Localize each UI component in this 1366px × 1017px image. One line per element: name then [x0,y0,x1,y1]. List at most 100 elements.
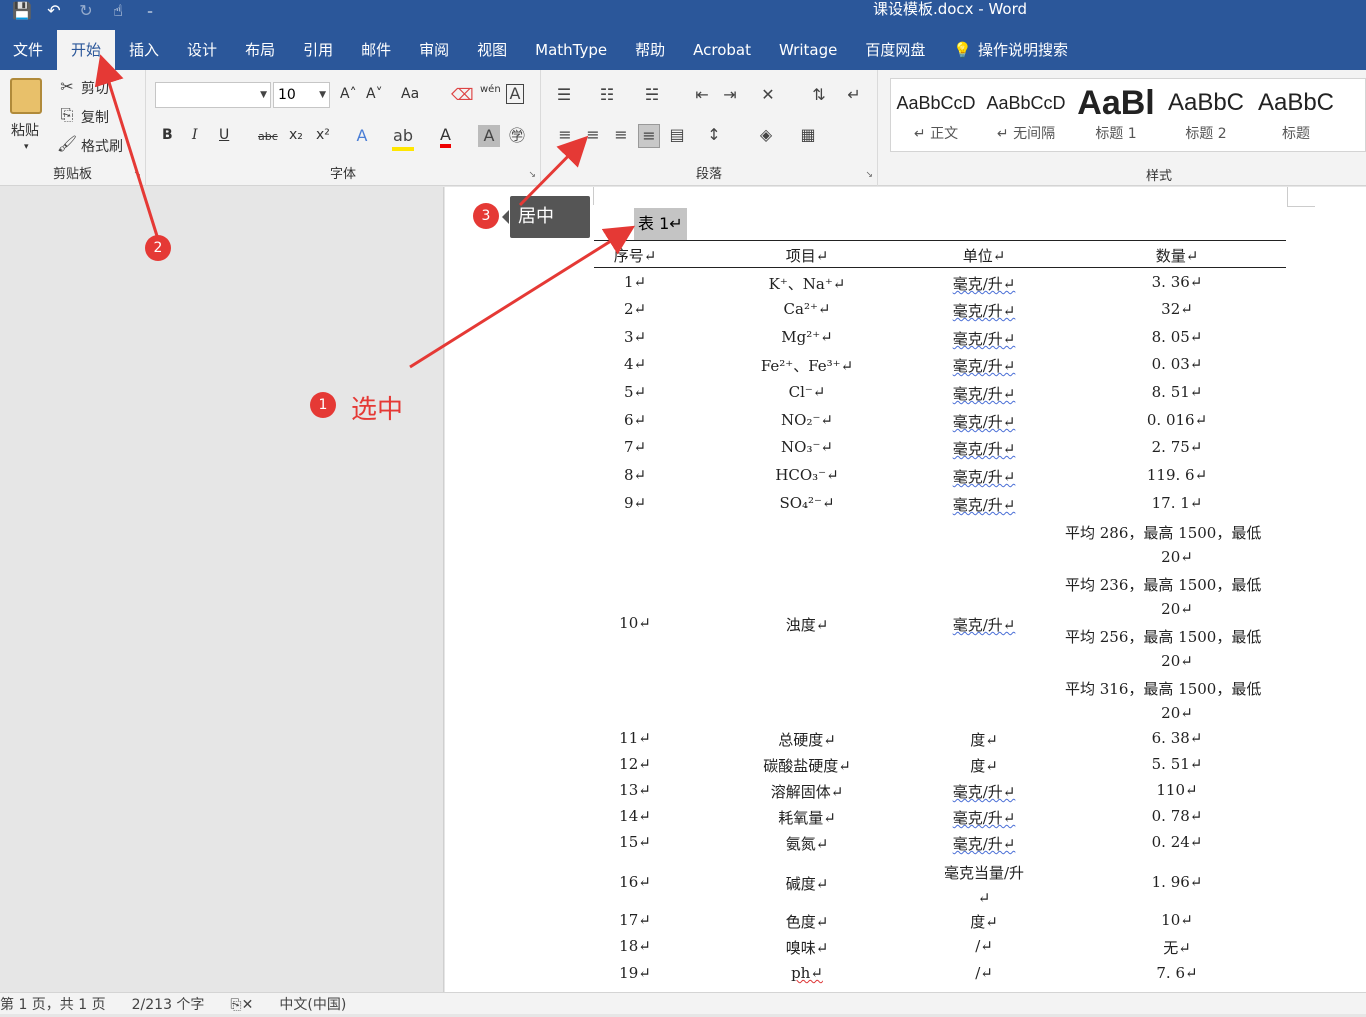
style-item-1[interactable]: AaBbCcD ↵ 无间隔 [981,79,1071,151]
table-cell-no[interactable]: 6↵ [545,411,725,429]
paste-button[interactable]: 粘贴 [11,120,39,140]
table-cell-unit[interactable]: /↵ [894,964,1074,982]
table-cell-unit[interactable]: 毫克/升↵ [894,807,1074,828]
shrink-font-button[interactable]: A˅ [366,86,383,102]
borders-icon[interactable]: ▦ [797,124,819,146]
distributed-icon[interactable]: ▤ [666,124,688,146]
table-cell-qty[interactable]: 5. 51↵ [1087,755,1267,773]
table-cell-no[interactable]: 5↵ [545,383,725,401]
table-cell-no[interactable]: 11↵ [545,729,725,747]
table-cell-unit[interactable]: 毫克当量/升↵ [939,861,1029,911]
clear-format-icon[interactable]: ⌫ [451,84,474,106]
table-cell-item[interactable]: Fe²⁺、Fe³⁺↵ [717,355,897,376]
table-cell-item[interactable]: 嗅味↵ [717,937,897,958]
tab-4[interactable]: 布局 [231,30,289,70]
table-cell-qty[interactable]: 20↵ [1087,704,1267,722]
table-cell-qty[interactable]: 2. 75↵ [1087,438,1267,456]
table-header-cell[interactable]: 数量↵ [1087,245,1267,266]
document-page[interactable]: 表 1↵ 序号↵ 项目↵ 单位↵ 数量↵ 1↵ K⁺、Na⁺↵ 毫克/升↵ 3. 36↵ 2↵ C… [445,187,1366,992]
multilevel-list-icon[interactable]: ☵ [641,84,663,106]
table-cell-qty[interactable]: 119. 6↵ [1087,466,1267,484]
table-cell-item[interactable]: Cl⁻↵ [717,383,897,401]
shading-icon[interactable]: ◈ [755,124,777,146]
table-cell-item[interactable]: 氨氮↵ [717,833,897,854]
word-count[interactable]: 2/213 个字 [132,993,205,1014]
char-border-icon[interactable]: A [506,84,524,104]
decrease-indent-icon[interactable]: ⇤ [691,84,713,106]
table-cell-qty[interactable]: 20↵ [1087,600,1267,618]
char-shading-icon[interactable]: A [478,125,500,147]
increase-indent-icon[interactable]: ⇥ [719,84,741,106]
tab-12[interactable]: Writage [765,30,851,70]
table-header-cell[interactable]: 序号↵ [545,245,725,266]
format-painter-button[interactable]: 格式刷 [81,136,123,156]
table-cell-qty[interactable]: 0. 03↵ [1087,355,1267,373]
pinyin-button[interactable]: wén [480,84,501,95]
chinese-layout-icon[interactable]: ✕ [757,84,779,106]
table-cell-qty[interactable]: 8. 51↵ [1087,383,1267,401]
tab-8[interactable]: 视图 [463,30,521,70]
italic-button[interactable]: I [192,127,198,143]
table-cell-item[interactable]: Mg²⁺↵ [717,328,897,346]
language-status[interactable]: 中文(中国) [279,993,346,1014]
style-item-5[interactable]: A副 [1343,79,1365,151]
table-cell-unit[interactable]: 毫克/升↵ [894,300,1074,321]
style-item-3[interactable]: AaBbC 标题 2 [1161,79,1251,151]
table-cell-unit[interactable]: 毫克/升↵ [894,328,1074,349]
subscript-button[interactable]: x₂ [289,127,303,143]
table-cell-item[interactable]: SO₄²⁻↵ [717,494,897,512]
bullets-icon[interactable]: ☰ [553,84,575,106]
table-cell-qty[interactable]: 0. 24↵ [1087,833,1267,851]
table-cell-unit[interactable]: 毫克/升↵ [894,273,1074,294]
table-cell-no[interactable]: 2↵ [545,300,725,318]
font-color-button[interactable]: A [440,125,451,148]
tab-5[interactable]: 引用 [289,30,347,70]
format-painter-icon[interactable]: 🖌 [56,133,78,155]
table-cell-qty[interactable]: 无↵ [1087,937,1267,958]
tab-9[interactable]: MathType [521,30,621,70]
table-cell-qty[interactable]: 20↵ [1087,652,1267,670]
superscript-button[interactable]: x² [316,127,330,143]
justify-icon[interactable]: ≡ [638,124,660,148]
tab-6[interactable]: 邮件 [347,30,405,70]
highlight-icon[interactable]: ab [392,125,414,151]
table-cell-item[interactable]: HCO₃⁻↵ [717,466,897,484]
table-cell-no[interactable]: 4↵ [545,355,725,373]
strikethrough-button[interactable]: abc [258,130,278,143]
table-header-cell[interactable]: 单位↵ [894,245,1074,266]
enclose-char-icon[interactable]: ㊫ [506,125,528,147]
table-cell-item[interactable]: 总硬度↵ [717,729,897,750]
table-cell-unit[interactable]: 毫克/升↵ [894,383,1074,404]
table-cell-qty[interactable]: 20↵ [1087,548,1267,566]
copy-button[interactable]: 复制 [81,107,109,127]
paste-arrow-icon[interactable]: ▾ [24,142,29,152]
table-cell-unit[interactable]: /↵ [894,937,1074,955]
tab-2[interactable]: 插入 [115,30,173,70]
align-center-icon[interactable]: ≡ [582,124,604,146]
table-cell-unit[interactable]: 毫克/升↵ [894,494,1074,515]
table-cell-unit[interactable]: 度↵ [894,911,1074,932]
table-cell-unit[interactable]: 毫克/升↵ [894,833,1074,854]
table-cell-item[interactable]: NO₃⁻↵ [717,438,897,456]
table-cell-qty[interactable]: 平均 236，最高 1500，最低 [1065,574,1280,595]
table-cell-qty[interactable]: 3. 36↵ [1087,273,1267,291]
tab-0[interactable]: 文件 [0,30,57,70]
table-cell-item[interactable]: Ca²⁺↵ [717,300,897,318]
table-cell-unit[interactable]: 毫克/升↵ [894,781,1074,802]
table-cell-no[interactable]: 3↵ [545,328,725,346]
style-item-0[interactable]: AaBbCcD ↵ 正文 [891,79,981,151]
tab-7[interactable]: 审阅 [405,30,463,70]
table-cell-unit[interactable]: 毫克/升↵ [894,355,1074,376]
table-cell-qty[interactable]: 平均 256，最高 1500，最低 [1065,626,1280,647]
style-item-2[interactable]: AaBl 标题 1 [1071,79,1161,151]
table-cell-item[interactable]: 溶解固体↵ [717,781,897,802]
table-cell-item[interactable]: ph↵ [717,964,897,982]
tab-13[interactable]: 百度网盘 [851,30,939,70]
table-cell-item[interactable]: 碱度↵ [717,873,897,894]
table-cell-no[interactable]: 17↵ [545,911,725,929]
tab-10[interactable]: 帮助 [621,30,679,70]
table-cell-item[interactable]: 浊度↵ [717,614,897,635]
bold-button[interactable]: B [162,127,173,143]
table-cell-unit[interactable]: 度↵ [894,755,1074,776]
sort-icon[interactable]: ⇅ [808,84,830,106]
